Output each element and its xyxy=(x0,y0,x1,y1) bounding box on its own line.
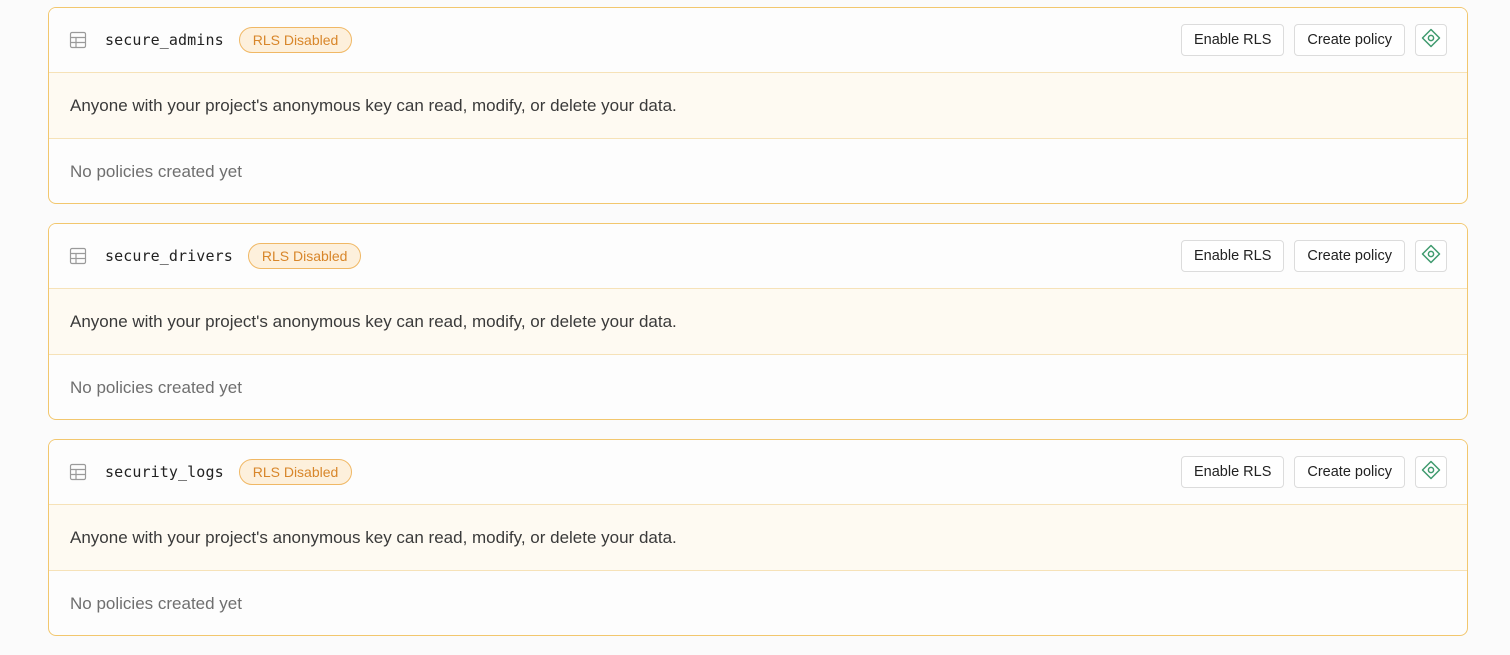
status-badge: RLS Disabled xyxy=(238,459,353,485)
policies-empty-state: No policies created yet xyxy=(70,377,242,397)
table-grid-icon xyxy=(69,247,87,265)
policies-empty-state: No policies created yet xyxy=(70,593,242,613)
ai-assistant-diamond-icon xyxy=(1421,460,1441,484)
table-name: secure_drivers xyxy=(105,247,233,265)
rls-warning-message: Anyone with your project's anonymous key… xyxy=(49,505,1467,571)
table-grid-icon xyxy=(69,463,87,481)
table-grid-icon xyxy=(69,31,87,49)
ai-assistant-button[interactable] xyxy=(1415,24,1447,56)
ai-assistant-diamond-icon xyxy=(1421,28,1441,52)
table-policy-card: security_logs RLS Disabled Enable RLS Cr… xyxy=(48,439,1468,636)
create-policy-button[interactable]: Create policy xyxy=(1294,240,1405,272)
ai-assistant-button[interactable] xyxy=(1415,240,1447,272)
enable-rls-button[interactable]: Enable RLS xyxy=(1180,24,1285,56)
table-name: secure_admins xyxy=(105,31,224,49)
card-header: security_logs RLS Disabled Enable RLS Cr… xyxy=(49,440,1467,505)
policies-empty-state: No policies created yet xyxy=(70,161,242,181)
status-badge: RLS Disabled xyxy=(247,243,362,269)
enable-rls-button[interactable]: Enable RLS xyxy=(1180,240,1285,272)
table-policy-card: secure_admins RLS Disabled Enable RLS Cr… xyxy=(48,7,1468,204)
status-badge: RLS Disabled xyxy=(238,27,353,53)
table-policy-card: secure_drivers RLS Disabled Enable RLS C… xyxy=(48,223,1468,420)
ai-assistant-diamond-icon xyxy=(1421,244,1441,268)
rls-warning-message: Anyone with your project's anonymous key… xyxy=(49,289,1467,355)
create-policy-button[interactable]: Create policy xyxy=(1294,456,1405,488)
ai-assistant-button[interactable] xyxy=(1415,456,1447,488)
table-name: security_logs xyxy=(105,463,224,481)
policy-table-list: secure_admins RLS Disabled Enable RLS Cr… xyxy=(48,7,1468,655)
rls-warning-message: Anyone with your project's anonymous key… xyxy=(49,73,1467,139)
card-header: secure_admins RLS Disabled Enable RLS Cr… xyxy=(49,8,1467,73)
create-policy-button[interactable]: Create policy xyxy=(1294,24,1405,56)
card-header: secure_drivers RLS Disabled Enable RLS C… xyxy=(49,224,1467,289)
enable-rls-button[interactable]: Enable RLS xyxy=(1180,456,1285,488)
